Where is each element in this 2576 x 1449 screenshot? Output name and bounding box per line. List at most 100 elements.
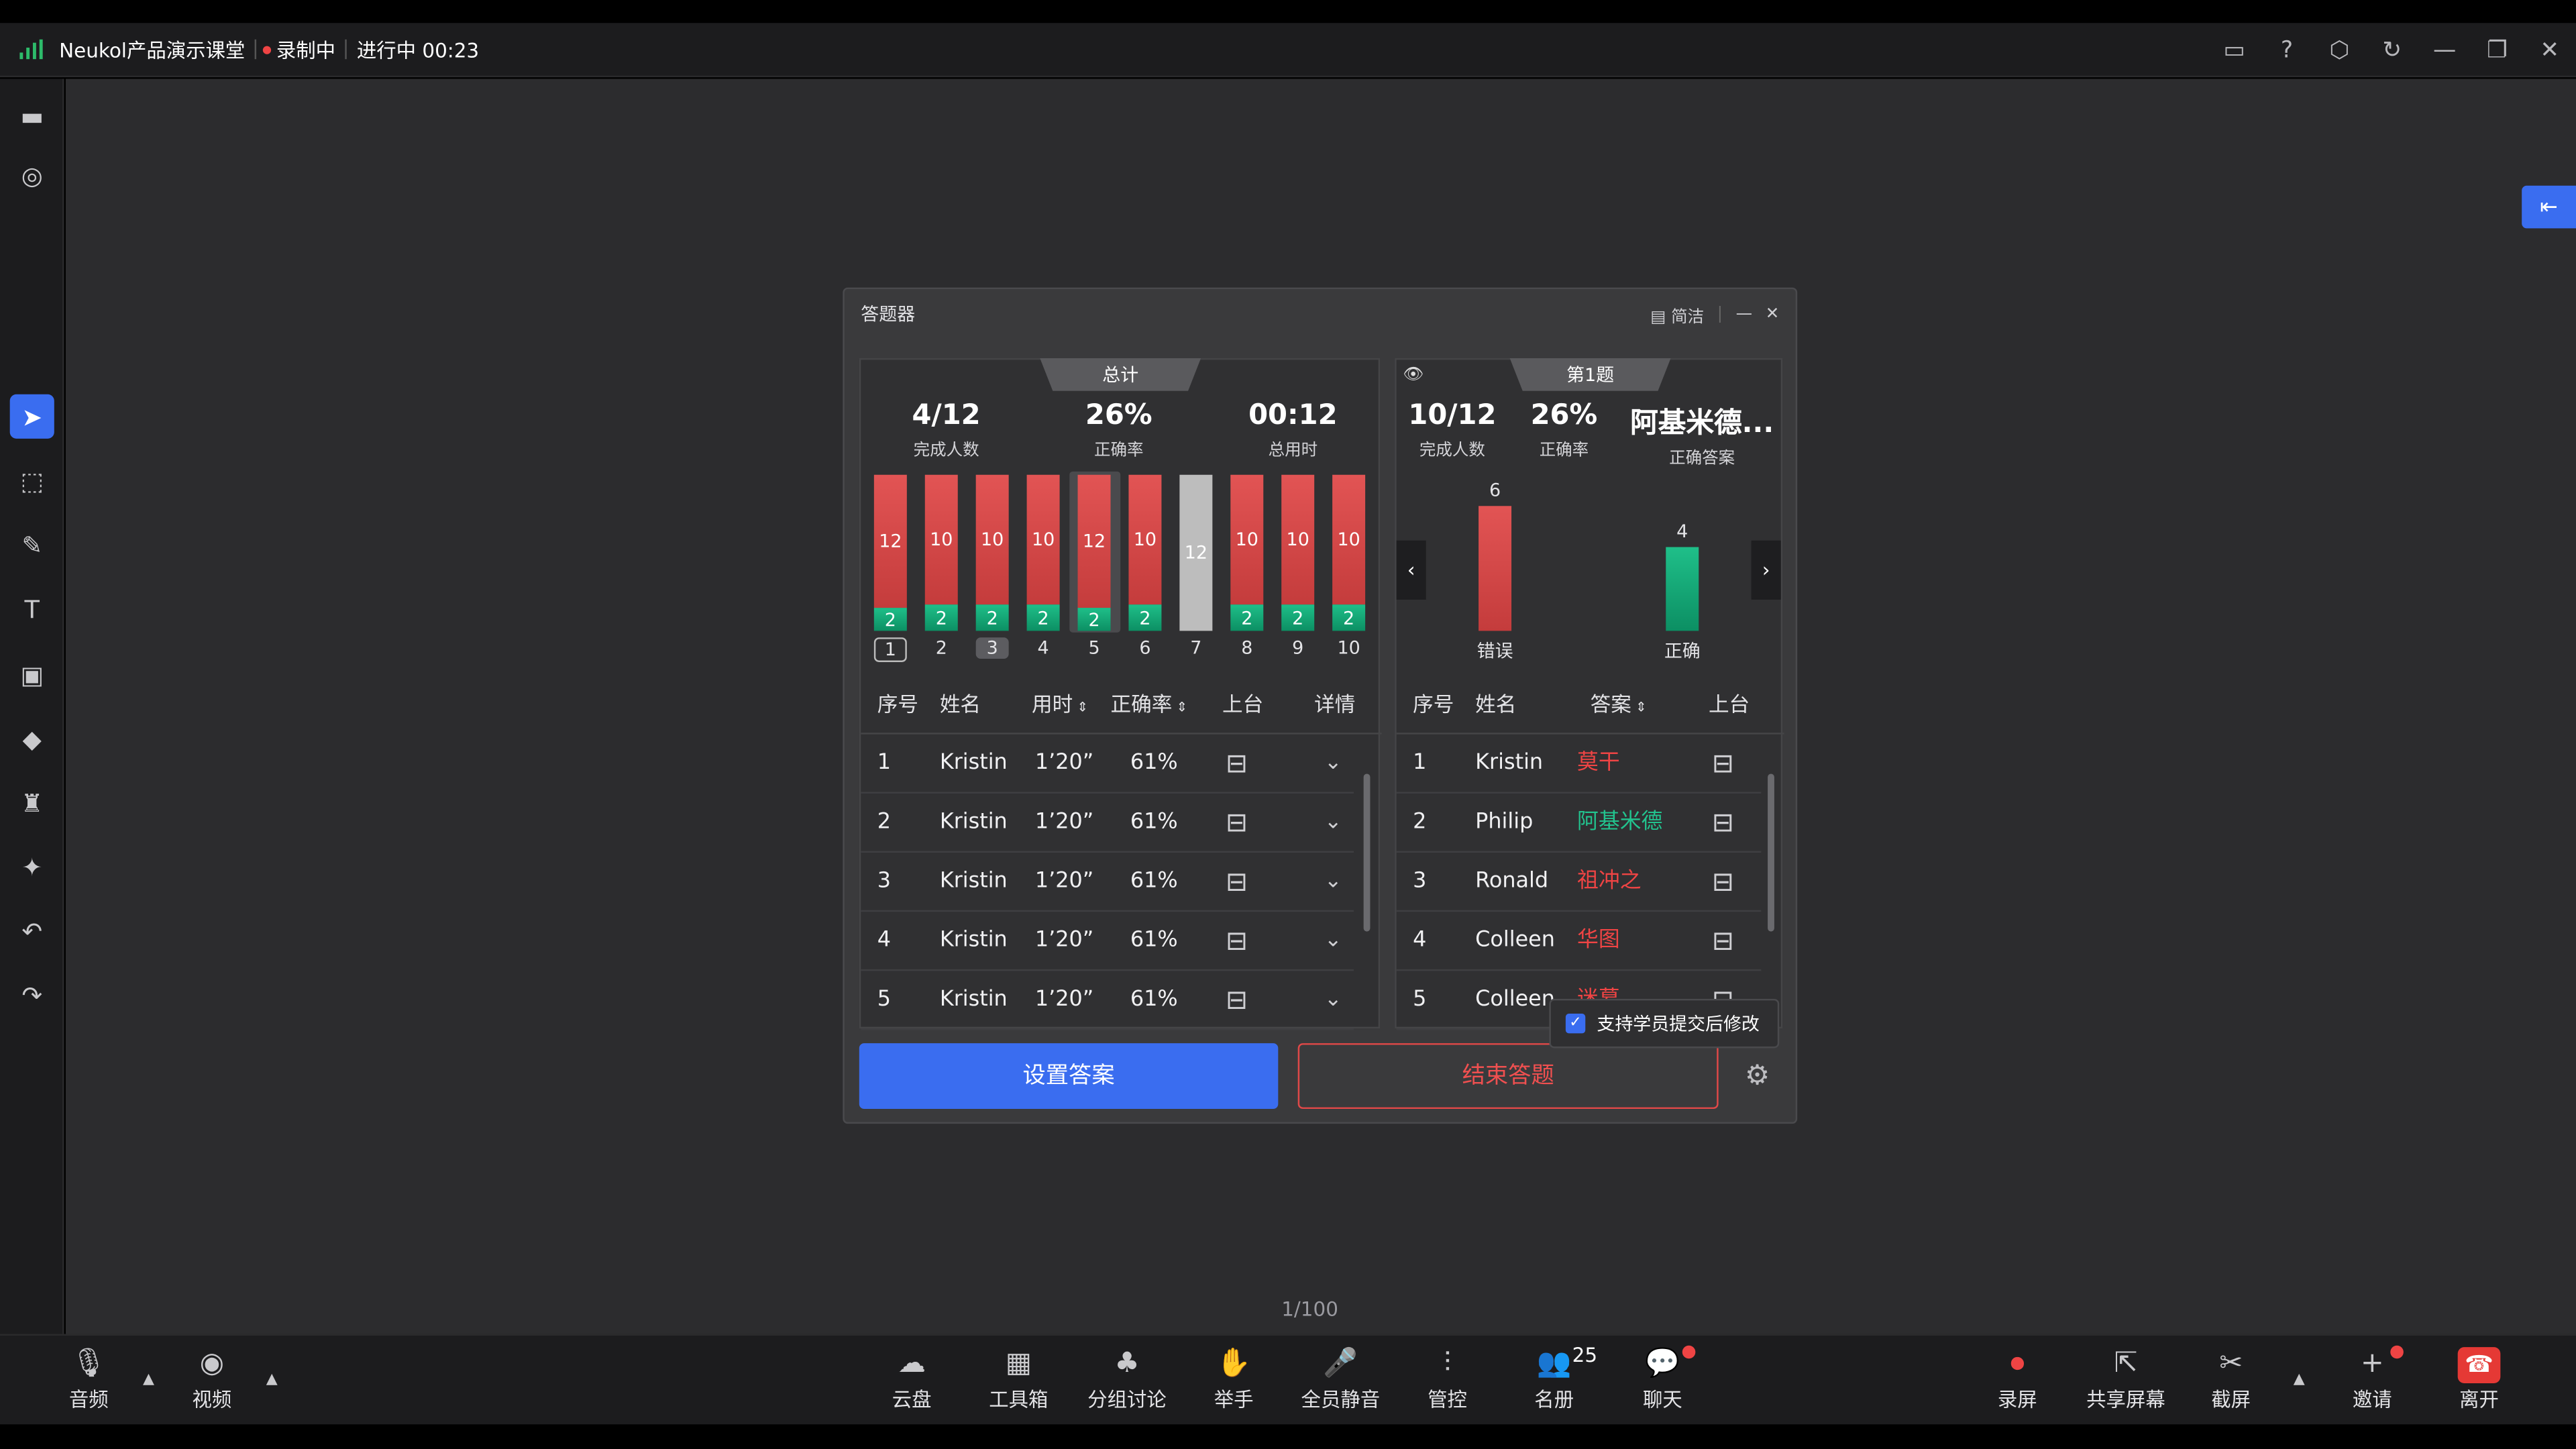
restore-icon[interactable]: ❐ <box>2471 37 2523 63</box>
text-icon[interactable]: T <box>10 586 54 631</box>
sort-icon: ⇕ <box>1172 700 1188 715</box>
stage-icon[interactable]: ⊟ <box>1226 735 1248 794</box>
signal-icon <box>19 39 46 60</box>
bar-category-label: 错误 <box>1477 641 1513 662</box>
pointer-icon[interactable]: ➤ <box>9 394 54 439</box>
bar-q8[interactable]: 10 2 <box>1230 474 1264 631</box>
row-no: 1 <box>877 751 892 775</box>
stage-icon[interactable]: ⊟ <box>1226 794 1248 853</box>
audio-caret-icon[interactable]: ▲ <box>143 1372 154 1388</box>
bar-q1[interactable]: 12 2 <box>873 474 907 631</box>
col-accuracy[interactable]: 正确率 ⇕ <box>1111 676 1188 735</box>
row-no: 2 <box>877 810 892 835</box>
group-discussion-button[interactable]: ♣ 分组讨论 <box>1079 1346 1175 1413</box>
settings-icon[interactable]: ⬡ <box>2313 37 2365 63</box>
bar-q6[interactable]: 10 2 <box>1128 474 1162 631</box>
bar-label-q8[interactable]: 8 <box>1230 637 1263 659</box>
row-time: 1’20” <box>1034 751 1094 775</box>
cloud-button[interactable]: ☁ 云盘 <box>866 1346 958 1413</box>
screenshot-caret-icon[interactable]: ▲ <box>2294 1372 2305 1388</box>
chevron-down-icon[interactable]: ⌄ <box>1324 853 1342 912</box>
row-no: 5 <box>1413 987 1427 1012</box>
help-icon[interactable]: ? <box>2261 37 2313 63</box>
col-time[interactable]: 用时 ⇕ <box>1032 676 1088 735</box>
stage-icon[interactable]: ⊟ <box>1712 853 1734 912</box>
close-icon[interactable]: ✕ <box>2524 37 2576 63</box>
whiteboard-icon[interactable]: ▬ <box>10 94 54 138</box>
video-caret-icon[interactable]: ▲ <box>266 1372 278 1388</box>
bar-q7[interactable]: 12 <box>1179 474 1213 631</box>
bar-q9[interactable]: 10 2 <box>1281 474 1315 631</box>
bar-q5[interactable]: 12 2 <box>1077 474 1111 631</box>
sort-icon: ⇕ <box>1631 700 1647 715</box>
bar-label-q3[interactable]: 3 <box>975 637 1009 659</box>
stage-icon[interactable]: ⊟ <box>1226 912 1248 971</box>
minimize-panel-icon[interactable]: — <box>1736 305 1752 323</box>
stage-icon[interactable]: ⊟ <box>1712 794 1734 853</box>
bar-q2[interactable]: 10 2 <box>924 474 958 631</box>
stage-icon[interactable]: ⊟ <box>1712 912 1734 971</box>
undo-icon[interactable]: ↶ <box>10 908 54 953</box>
bar-label-q5[interactable]: 5 <box>1078 637 1111 659</box>
bar-label-q7[interactable]: 7 <box>1179 637 1212 659</box>
share-screen-button[interactable]: ⇱ 共享屏幕 <box>2078 1346 2174 1413</box>
chevron-down-icon[interactable]: ⌄ <box>1324 912 1342 971</box>
bar-q3[interactable]: 10 2 <box>975 474 1009 631</box>
q-col-name: 姓名 <box>1475 692 1517 716</box>
stage-icon[interactable]: ⊟ <box>1226 971 1248 1030</box>
table-row: 3 Ronald 祖冲之 ⊟ <box>1396 853 1762 912</box>
bar-segment-wrong: 12 <box>1077 474 1111 608</box>
bar-label-q4[interactable]: 4 <box>1027 637 1060 659</box>
chat-button[interactable]: 💬 聊天 <box>1617 1346 1709 1413</box>
roster-count: 25 <box>1572 1344 1598 1367</box>
record-button[interactable]: ⏺ 录屏 <box>1972 1346 2063 1413</box>
allow-modify-option[interactable]: ✓ 支持学员提交后修改 <box>1549 998 1780 1049</box>
bar-q10[interactable]: 10 2 <box>1332 474 1366 631</box>
face-scan-icon[interactable]: ◎ <box>10 153 54 197</box>
scrollbar[interactable] <box>1768 773 1774 932</box>
leave-button[interactable]: ☎ 离开 <box>2433 1346 2525 1413</box>
scrollbar[interactable] <box>1363 773 1371 932</box>
simple-mode-button[interactable]: ▤ 简洁 <box>1650 301 1704 326</box>
minimize-icon[interactable]: — <box>2418 37 2471 63</box>
cast-icon[interactable]: ▭ <box>2208 37 2260 63</box>
bar-q4[interactable]: 10 2 <box>1026 474 1060 631</box>
pen-icon[interactable]: ✎ <box>10 523 54 567</box>
stage-icon[interactable]: ⊟ <box>1226 853 1248 912</box>
end-quiz-button[interactable]: 结束答题 <box>1297 1043 1719 1110</box>
chevron-down-icon[interactable]: ⌄ <box>1324 971 1342 1030</box>
magic-wand-icon[interactable]: ✦ <box>10 845 54 889</box>
bar-label-q2[interactable]: 2 <box>925 637 958 659</box>
q-col-answer[interactable]: 答案 ⇕ <box>1591 676 1647 735</box>
refresh-icon[interactable]: ↻ <box>2366 37 2418 63</box>
bar-segment-correct: 2 <box>1077 608 1111 631</box>
close-panel-icon[interactable]: ✕ <box>1766 305 1780 323</box>
chevron-down-icon[interactable]: ⌄ <box>1324 735 1342 794</box>
eraser-icon[interactable]: ◆ <box>10 716 54 761</box>
set-answer-button[interactable]: 设置答案 <box>859 1043 1279 1110</box>
bar-label-q1[interactable]: 1 <box>873 637 907 662</box>
bar-label-q10[interactable]: 10 <box>1332 637 1365 659</box>
col-name: 姓名 <box>939 692 981 716</box>
raise-hand-button[interactable]: ✋ 举手 <box>1188 1346 1280 1413</box>
image-icon[interactable]: ▣ <box>10 652 54 696</box>
invite-button[interactable]: + 邀请 <box>2326 1346 2418 1413</box>
redo-icon[interactable]: ↷ <box>10 973 54 1017</box>
settings-gear-icon[interactable]: ⚙ <box>1745 1060 1770 1093</box>
mute-all-button[interactable]: 🎤 全员静音 <box>1295 1346 1387 1413</box>
control-button[interactable]: ⫶ 管控 <box>1401 1346 1493 1413</box>
mute-icon: 🎤 <box>1323 1347 1358 1381</box>
bar-label-q9[interactable]: 9 <box>1281 637 1314 659</box>
select-area-icon[interactable]: ⬚ <box>10 458 54 502</box>
stage-icon[interactable]: ⊟ <box>1712 735 1734 794</box>
side-panel-toggle-icon[interactable]: ⇤ <box>2522 185 2576 229</box>
screenshot-button[interactable]: ✂ 截屏 <box>2185 1346 2277 1413</box>
audio-button[interactable]: 🎙 音频 <box>43 1346 135 1413</box>
bar-label-q6[interactable]: 6 <box>1128 637 1161 659</box>
toolbox-button[interactable]: ▦ 工具箱 <box>973 1346 1065 1413</box>
checkbox-checked-icon[interactable]: ✓ <box>1565 1014 1586 1034</box>
row-time: 1’20” <box>1034 928 1094 953</box>
clear-icon[interactable]: ♜ <box>10 780 54 824</box>
video-button[interactable]: ◉ 视频 <box>166 1346 258 1413</box>
chevron-down-icon[interactable]: ⌄ <box>1324 794 1342 853</box>
